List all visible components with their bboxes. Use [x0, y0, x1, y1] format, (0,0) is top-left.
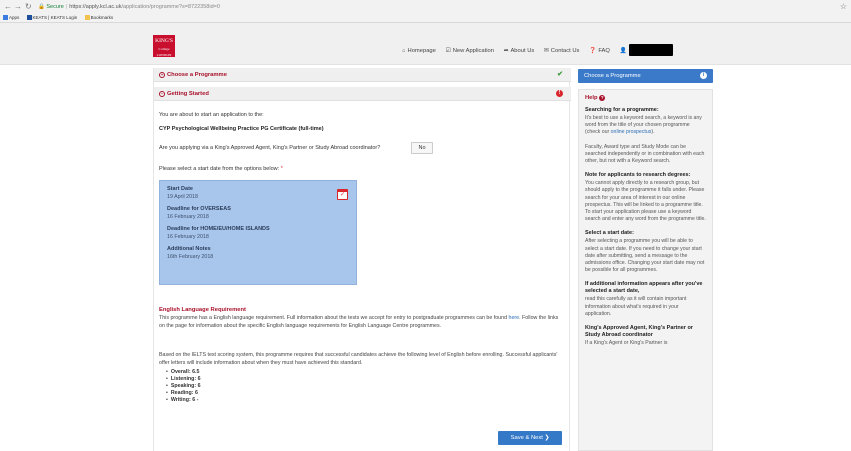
- calendar-check-icon: [337, 189, 348, 200]
- home-deadline-label: Deadline for HOME/EU/HOME ISLANDS: [167, 226, 270, 232]
- online-prospectus-link[interactable]: online prospectus: [611, 129, 652, 135]
- section-choose-programme[interactable]: + Choose a Programme ✔: [154, 68, 571, 82]
- expand-icon: +: [159, 72, 165, 78]
- english-requirement-paragraph: This programme has a English language re…: [159, 315, 559, 329]
- url-host: https://apply.kcl.ac.uk: [69, 4, 122, 10]
- warning-icon: !: [556, 90, 563, 97]
- help-section-searching: Searching for a programme: It's best to …: [585, 107, 702, 136]
- score-writing: Writing: 6 -: [166, 397, 201, 404]
- score-overall: Overall: 6.5: [166, 369, 201, 376]
- help-section-agent: King's Approved Agent, King's Partner or…: [585, 325, 693, 347]
- additional-notes-label: Additional Notes: [167, 246, 211, 252]
- new-application-icon: ☑: [445, 47, 451, 54]
- main-panel: + Choose a Programme ✔ − Getting Started !…: [153, 68, 571, 451]
- here-link[interactable]: here: [509, 315, 520, 321]
- section-getting-started[interactable]: − Getting Started !: [154, 87, 571, 101]
- agent-question: Are you applying via a King's Approved A…: [159, 145, 381, 151]
- score-speaking: Speaking: 6: [166, 383, 201, 390]
- back-arrow-icon[interactable]: ←: [4, 2, 12, 12]
- additional-notes-value: 16th February 2018: [167, 254, 214, 260]
- nav-contact-us[interactable]: ✉ Contact Us: [544, 46, 580, 56]
- score-reading: Reading: 6: [166, 390, 201, 397]
- redacted-username: [628, 44, 673, 56]
- start-date-option[interactable]: Start Date 19 April 2018 Deadline for OV…: [159, 180, 357, 285]
- kings-college-logo[interactable]: KING'S College LONDON: [153, 35, 175, 57]
- reload-icon[interactable]: ↻: [25, 2, 32, 12]
- forward-arrow-icon[interactable]: →: [14, 2, 22, 12]
- programme-title: CYP Psychological Wellbeing Practice PG …: [159, 126, 324, 132]
- checkmark-icon: ✔: [557, 71, 563, 78]
- help-section-research: Note for applicants to research degrees:…: [585, 172, 706, 223]
- help-section-faculty: Faculty, Award type and Study Mode can b…: [585, 143, 705, 165]
- address-bar[interactable]: 🔒 Secure | https://apply.kcl.ac.uk/applica…: [38, 2, 220, 12]
- sidebar-tab-choose-programme[interactable]: Choose a Programme i: [578, 69, 713, 83]
- start-date-label: Start Date: [167, 186, 193, 192]
- top-navigation: ⌂ Homepage ☑ New Application ➦ About Us ✉ Co…: [402, 44, 681, 56]
- help-section-start-date: Select a start date: After selecting a p…: [585, 230, 705, 274]
- site-header: KING'S College LONDON ⌂ Homepage ☑ New App…: [0, 23, 851, 65]
- bookmark-keats[interactable]: KEATS | KEATS Login: [26, 13, 77, 22]
- help-section-additional-info: If additional information appears after …: [585, 281, 703, 317]
- overseas-deadline-value: 16 February 2018: [167, 214, 209, 220]
- intro-text: You are about to start an application to…: [159, 112, 264, 118]
- question-icon: ❓: [589, 47, 597, 54]
- english-requirement-title: English Language Requirement: [159, 307, 246, 313]
- nav-faq[interactable]: ❓ FAQ: [589, 46, 610, 56]
- info-icon: i: [700, 72, 707, 79]
- bookmark-apps[interactable]: Apps: [3, 13, 19, 22]
- url-path: /application/programme?s=8722358id=0: [121, 4, 220, 10]
- bookmarks-bar: Apps KEATS | KEATS Login Bookmarks: [3, 13, 119, 22]
- help-panel: Help ? Searching for a programme: It's b…: [578, 89, 713, 451]
- home-icon: ⌂: [402, 47, 406, 54]
- ielts-paragraph: Based on the IELTS test scoring system, …: [159, 352, 558, 366]
- help-title: Help ?: [585, 95, 606, 101]
- bookmark-folder[interactable]: Bookmarks: [84, 13, 113, 22]
- collapse-icon: −: [159, 91, 165, 97]
- nav-homepage[interactable]: ⌂ Homepage: [402, 46, 436, 56]
- folder-icon: [84, 15, 90, 20]
- start-date-value: 19 April 2018: [167, 194, 198, 200]
- agent-answer-select[interactable]: No: [411, 142, 433, 154]
- user-icon: 👤: [619, 47, 627, 54]
- nav-about-us[interactable]: ➦ About Us: [504, 46, 535, 56]
- save-next-button[interactable]: Save & Next ❯: [498, 431, 562, 445]
- nav-new-application[interactable]: ☑ New Application: [446, 46, 494, 56]
- lock-icon: 🔒: [38, 4, 45, 10]
- envelope-icon: ✉: [543, 47, 549, 54]
- overseas-deadline-label: Deadline for OVERSEAS: [167, 206, 231, 212]
- help-question-icon: ?: [599, 95, 606, 101]
- ielts-scores-list: Overall: 6.5 Listening: 6 Speaking: 6 Re…: [166, 369, 201, 404]
- about-icon: ➦: [503, 47, 509, 54]
- browser-chrome: ← → ↻ 🔒 Secure | https://apply.kcl.ac.uk/a…: [0, 0, 851, 23]
- user-account[interactable]: 👤: [620, 44, 673, 56]
- secure-label: Secure: [46, 4, 64, 10]
- apps-icon: [3, 15, 8, 20]
- chevron-right-icon: ❯: [544, 435, 550, 441]
- home-deadline-value: 16 February 2018: [167, 234, 209, 240]
- start-date-prompt: Please select a start date from the opti…: [159, 166, 283, 172]
- score-listening: Listening: 6: [166, 376, 201, 383]
- bookmark-star-icon[interactable]: ☆: [840, 2, 847, 11]
- keats-icon: [26, 15, 32, 20]
